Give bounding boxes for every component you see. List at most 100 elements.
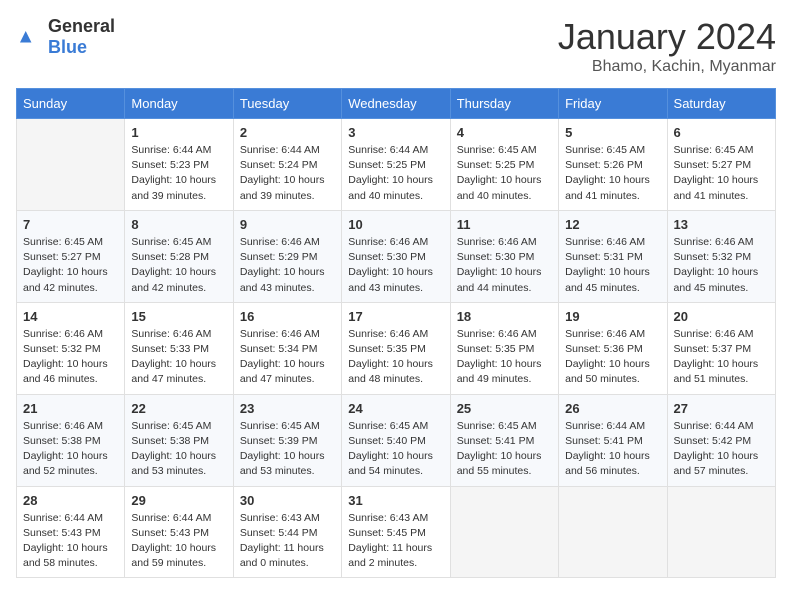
calendar-cell: 23 Sunrise: 6:45 AM Sunset: 5:39 PM Dayli… <box>233 394 341 486</box>
day-number: 2 <box>240 125 335 140</box>
day-number: 22 <box>131 401 226 416</box>
day-number: 10 <box>348 217 443 232</box>
calendar-cell: 22 Sunrise: 6:45 AM Sunset: 5:38 PM Dayli… <box>125 394 233 486</box>
day-number: 25 <box>457 401 552 416</box>
day-info: Sunrise: 6:44 AM Sunset: 5:43 PM Dayligh… <box>23 511 118 572</box>
calendar-cell: 20Sunrise: 6:46 AM Sunset: 5:37 PM Dayli… <box>667 302 775 394</box>
calendar-cell: 12 Sunrise: 6:46 AM Sunset: 5:31 PM Dayli… <box>559 210 667 302</box>
day-info: Sunrise: 6:45 AM Sunset: 5:27 PM Dayligh… <box>674 143 769 204</box>
day-info: Sunrise: 6:45 AM Sunset: 5:39 PM Dayligh… <box>240 419 335 480</box>
day-info: Sunrise: 6:45 AM Sunset: 5:41 PM Dayligh… <box>457 419 552 480</box>
logo: ▲ General Blue <box>16 16 115 58</box>
logo-text: General Blue <box>48 16 115 58</box>
day-info: Sunrise: 6:46 AM Sunset: 5:35 PM Dayligh… <box>457 327 552 388</box>
calendar-cell: 4 Sunrise: 6:45 AM Sunset: 5:25 PM Daylig… <box>450 119 558 211</box>
day-info: Sunrise: 6:45 AM Sunset: 5:40 PM Dayligh… <box>348 419 443 480</box>
logo-blue: Blue <box>48 37 87 57</box>
day-number: 21 <box>23 401 118 416</box>
calendar-cell: 31Sunrise: 6:43 AM Sunset: 5:45 PM Dayli… <box>342 486 450 578</box>
calendar-cell: 3Sunrise: 6:44 AM Sunset: 5:25 PM Daylig… <box>342 119 450 211</box>
calendar-cell: 11 Sunrise: 6:46 AM Sunset: 5:30 PM Dayli… <box>450 210 558 302</box>
day-info: Sunrise: 6:44 AM Sunset: 5:42 PM Dayligh… <box>674 419 769 480</box>
calendar-cell: 7 Sunrise: 6:45 AM Sunset: 5:27 PM Daylig… <box>17 210 125 302</box>
weekday-header-wednesday: Wednesday <box>342 89 450 119</box>
calendar-cell: 26 Sunrise: 6:44 AM Sunset: 5:41 PM Dayli… <box>559 394 667 486</box>
day-info: Sunrise: 6:46 AM Sunset: 5:34 PM Dayligh… <box>240 327 335 388</box>
day-info: Sunrise: 6:46 AM Sunset: 5:36 PM Dayligh… <box>565 327 660 388</box>
header: ▲ General Blue January 2024 Bhamo, Kachi… <box>16 16 776 76</box>
calendar-cell: 6Sunrise: 6:45 AM Sunset: 5:27 PM Daylig… <box>667 119 775 211</box>
day-number: 5 <box>565 125 660 140</box>
day-number: 18 <box>457 309 552 324</box>
weekday-header-thursday: Thursday <box>450 89 558 119</box>
calendar-cell: 8Sunrise: 6:45 AM Sunset: 5:28 PM Daylig… <box>125 210 233 302</box>
calendar-cell <box>559 486 667 578</box>
weekday-header-row: SundayMondayTuesdayWednesdayThursdayFrid… <box>17 89 776 119</box>
day-number: 7 <box>23 217 118 232</box>
day-number: 31 <box>348 493 443 508</box>
week-row-5: 28 Sunrise: 6:44 AM Sunset: 5:43 PM Dayli… <box>17 486 776 578</box>
week-row-2: 7 Sunrise: 6:45 AM Sunset: 5:27 PM Daylig… <box>17 210 776 302</box>
logo-icon: ▲ <box>16 23 44 51</box>
day-info: Sunrise: 6:43 AM Sunset: 5:44 PM Dayligh… <box>240 511 335 572</box>
day-number: 14 <box>23 309 118 324</box>
weekday-header-friday: Friday <box>559 89 667 119</box>
calendar-cell: 15Sunrise: 6:46 AM Sunset: 5:33 PM Dayli… <box>125 302 233 394</box>
calendar-cell: 1Sunrise: 6:44 AM Sunset: 5:23 PM Daylig… <box>125 119 233 211</box>
calendar-cell: 2Sunrise: 6:44 AM Sunset: 5:24 PM Daylig… <box>233 119 341 211</box>
day-info: Sunrise: 6:46 AM Sunset: 5:32 PM Dayligh… <box>23 327 118 388</box>
day-number: 23 <box>240 401 335 416</box>
calendar-cell: 21 Sunrise: 6:46 AM Sunset: 5:38 PM Dayli… <box>17 394 125 486</box>
day-number: 17 <box>348 309 443 324</box>
svg-text:▲: ▲ <box>16 26 35 48</box>
month-title: January 2024 <box>558 16 776 58</box>
calendar-cell: 30Sunrise: 6:43 AM Sunset: 5:44 PM Dayli… <box>233 486 341 578</box>
day-info: Sunrise: 6:45 AM Sunset: 5:25 PM Dayligh… <box>457 143 552 204</box>
logo-general: General <box>48 16 115 36</box>
day-info: Sunrise: 6:45 AM Sunset: 5:38 PM Dayligh… <box>131 419 226 480</box>
day-info: Sunrise: 6:45 AM Sunset: 5:26 PM Dayligh… <box>565 143 660 204</box>
calendar-cell: 25 Sunrise: 6:45 AM Sunset: 5:41 PM Dayli… <box>450 394 558 486</box>
day-info: Sunrise: 6:46 AM Sunset: 5:31 PM Dayligh… <box>565 235 660 296</box>
weekday-header-saturday: Saturday <box>667 89 775 119</box>
calendar-table: SundayMondayTuesdayWednesdayThursdayFrid… <box>16 88 776 578</box>
calendar-cell: 29Sunrise: 6:44 AM Sunset: 5:43 PM Dayli… <box>125 486 233 578</box>
title-area: January 2024 Bhamo, Kachin, Myanmar <box>558 16 776 76</box>
calendar-cell <box>450 486 558 578</box>
calendar-cell: 16Sunrise: 6:46 AM Sunset: 5:34 PM Dayli… <box>233 302 341 394</box>
calendar-cell: 19 Sunrise: 6:46 AM Sunset: 5:36 PM Dayli… <box>559 302 667 394</box>
calendar-cell: 5 Sunrise: 6:45 AM Sunset: 5:26 PM Daylig… <box>559 119 667 211</box>
day-info: Sunrise: 6:46 AM Sunset: 5:32 PM Dayligh… <box>674 235 769 296</box>
week-row-3: 14 Sunrise: 6:46 AM Sunset: 5:32 PM Dayli… <box>17 302 776 394</box>
calendar-cell: 17 Sunrise: 6:46 AM Sunset: 5:35 PM Dayli… <box>342 302 450 394</box>
weekday-header-monday: Monday <box>125 89 233 119</box>
day-info: Sunrise: 6:46 AM Sunset: 5:29 PM Dayligh… <box>240 235 335 296</box>
day-info: Sunrise: 6:46 AM Sunset: 5:38 PM Dayligh… <box>23 419 118 480</box>
day-number: 26 <box>565 401 660 416</box>
location-title: Bhamo, Kachin, Myanmar <box>558 58 776 76</box>
day-number: 20 <box>674 309 769 324</box>
weekday-header-sunday: Sunday <box>17 89 125 119</box>
calendar-cell: 28 Sunrise: 6:44 AM Sunset: 5:43 PM Dayli… <box>17 486 125 578</box>
day-number: 28 <box>23 493 118 508</box>
calendar-cell <box>17 119 125 211</box>
day-number: 19 <box>565 309 660 324</box>
day-number: 29 <box>131 493 226 508</box>
day-number: 12 <box>565 217 660 232</box>
day-info: Sunrise: 6:44 AM Sunset: 5:41 PM Dayligh… <box>565 419 660 480</box>
day-info: Sunrise: 6:45 AM Sunset: 5:27 PM Dayligh… <box>23 235 118 296</box>
day-number: 27 <box>674 401 769 416</box>
day-info: Sunrise: 6:44 AM Sunset: 5:23 PM Dayligh… <box>131 143 226 204</box>
day-info: Sunrise: 6:46 AM Sunset: 5:30 PM Dayligh… <box>348 235 443 296</box>
calendar-cell <box>667 486 775 578</box>
calendar-cell: 24 Sunrise: 6:45 AM Sunset: 5:40 PM Dayli… <box>342 394 450 486</box>
day-number: 24 <box>348 401 443 416</box>
weekday-header-tuesday: Tuesday <box>233 89 341 119</box>
day-info: Sunrise: 6:46 AM Sunset: 5:30 PM Dayligh… <box>457 235 552 296</box>
day-info: Sunrise: 6:46 AM Sunset: 5:35 PM Dayligh… <box>348 327 443 388</box>
week-row-4: 21 Sunrise: 6:46 AM Sunset: 5:38 PM Dayli… <box>17 394 776 486</box>
day-number: 15 <box>131 309 226 324</box>
day-number: 11 <box>457 217 552 232</box>
calendar-cell: 13Sunrise: 6:46 AM Sunset: 5:32 PM Dayli… <box>667 210 775 302</box>
day-number: 4 <box>457 125 552 140</box>
